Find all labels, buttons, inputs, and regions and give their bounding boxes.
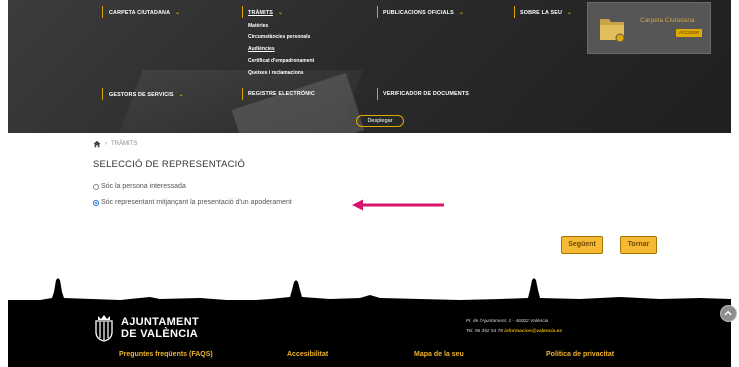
- breadcrumb-current[interactable]: TRÀMITS: [111, 141, 137, 147]
- carpeta-title: Carpeta Ciutadana: [640, 17, 695, 24]
- option-representant[interactable]: Sóc representant mitjançant la presentac…: [93, 199, 292, 206]
- menu-separator: [377, 6, 378, 18]
- footer-link-faqs[interactable]: Preguntes freqüents (FAQS): [119, 351, 213, 358]
- submenu-audiencies[interactable]: Audiències: [248, 46, 275, 52]
- chevron-down-icon: ⌄: [567, 10, 573, 16]
- option-label: Sóc representant mitjançant la presentac…: [101, 199, 292, 206]
- menu-separator: [242, 6, 243, 18]
- footer-link-privacitat[interactable]: Política de privacitat: [546, 351, 614, 358]
- menu-registre-electronic[interactable]: REGISTRE ELECTRÒNIC: [248, 91, 315, 97]
- breadcrumb-separator: ›: [105, 141, 107, 147]
- menu-sobre-la-seu[interactable]: SOBRE LA SEU ⌄: [520, 9, 572, 16]
- submenu-circumstancies-personals[interactable]: Circumstàncies personals: [248, 34, 310, 40]
- footer-contact: Pl. de l'Ajuntament, 1 - 46002 València …: [466, 317, 562, 337]
- chevron-down-icon: ⌄: [278, 10, 284, 16]
- menu-publicacions-oficials[interactable]: PUBLICACIONS OFICIALS ⌄: [383, 9, 464, 16]
- chevron-down-icon: ⌄: [178, 92, 184, 98]
- menu-separator: [102, 88, 103, 100]
- menu-carpeta-ciutadana[interactable]: CARPETA CIUTADANA ⌄: [109, 9, 180, 16]
- option-label: Sóc la persona interessada: [101, 183, 186, 190]
- home-icon[interactable]: [93, 140, 101, 148]
- scroll-top-button[interactable]: [720, 305, 737, 322]
- desplegar-button[interactable]: Desplegar: [356, 115, 404, 127]
- menu-separator: [102, 6, 103, 18]
- footer-link-accesibilitat[interactable]: Accesibilitat: [287, 351, 328, 358]
- breadcrumb: › TRÀMITS: [93, 140, 137, 148]
- page-title: SELECCIÓ DE REPRESENTACIÓ: [93, 159, 246, 170]
- menu-verificador-de-documents[interactable]: VERIFICADOR DE DOCUMENTS: [383, 91, 469, 97]
- menu-separator: [514, 6, 515, 18]
- folder-icon: [600, 19, 625, 43]
- footer-phone: Tel. 96 352 54 78: [466, 329, 503, 334]
- footer-address: Pl. de l'Ajuntament, 1 - 46002 València: [466, 319, 549, 324]
- city-crest-icon: [95, 315, 113, 342]
- back-button[interactable]: Tornar: [620, 236, 657, 254]
- menu-tramits[interactable]: TRÀMITS ⌄: [248, 9, 283, 16]
- radio-representant[interactable]: [93, 199, 99, 206]
- chevron-up-icon: [724, 310, 732, 316]
- option-persona-interessada[interactable]: Sóc la persona interessada: [93, 183, 186, 190]
- carpeta-ciutadana-panel[interactable]: Carpeta Ciutadana ACCEDIR: [587, 2, 711, 54]
- carpeta-access-button[interactable]: ACCEDIR: [676, 29, 702, 37]
- submenu-materies[interactable]: Matèries: [248, 23, 268, 29]
- arrow-left-icon: [352, 199, 444, 211]
- footer-email[interactable]: informacion@valencia.es: [504, 329, 562, 334]
- next-button[interactable]: Següent: [561, 236, 603, 254]
- submenu-certificat-empadronament[interactable]: Certificat d'empadronament: [248, 58, 314, 64]
- logo-text: AJUNTAMENT DE VALÈNCIA: [121, 316, 199, 340]
- submenu-queixes-reclamacions[interactable]: Queixes i reclamacions: [248, 70, 304, 76]
- menu-separator: [242, 88, 243, 100]
- ajuntament-logo[interactable]: AJUNTAMENT DE VALÈNCIA: [93, 314, 199, 342]
- menu-separator: [377, 88, 378, 100]
- chevron-down-icon: ⌄: [175, 10, 181, 16]
- chevron-down-icon: ⌄: [458, 10, 465, 16]
- radio-persona-interessada[interactable]: [93, 183, 99, 190]
- menu-gestors-de-servicis[interactable]: GESTORS DE SERVICIS ⌄: [109, 91, 184, 98]
- footer-link-mapa[interactable]: Mapa de la seu: [414, 351, 464, 358]
